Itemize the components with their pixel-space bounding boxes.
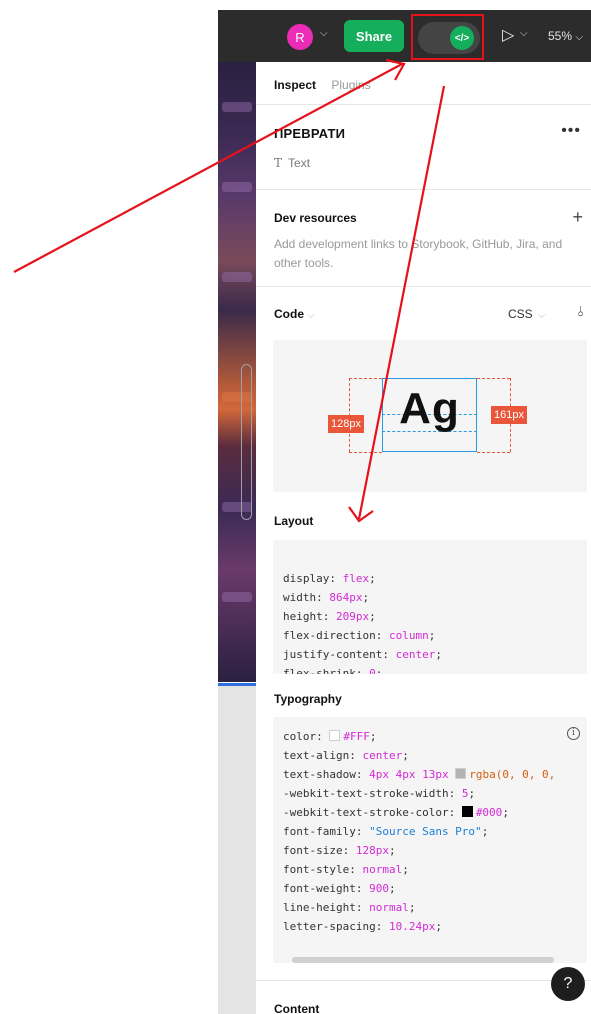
divider <box>256 980 591 981</box>
code-line: letter-spacing: 10.24px; <box>283 920 442 933</box>
share-button[interactable]: Share <box>344 20 404 52</box>
dev-resources-title: Dev resources <box>274 211 357 225</box>
chevron-down-icon[interactable]: ⌵ <box>520 28 528 39</box>
color-swatch <box>461 806 473 817</box>
layout-code-block[interactable]: display: flex; width: 864px; height: 209… <box>273 540 587 674</box>
typography-title: Typography <box>274 692 342 706</box>
dev-resources-description: Add development links to Storybook, GitH… <box>274 237 563 270</box>
measure-guide <box>349 452 382 453</box>
chevron-down-icon: ⌵ <box>537 310 546 321</box>
code-line: justify-content: center; <box>283 648 442 661</box>
play-icon[interactable]: ▷ <box>502 25 514 45</box>
screen: R ⌵ Share </> ▷ ⌵ 55% ⌵ Inspect Plugins … <box>0 0 591 1014</box>
code-line: line-height: normal; <box>283 901 416 914</box>
code-line: -webkit-text-stroke-width: 5; <box>283 787 476 800</box>
right-measure-tag: 161px <box>491 406 527 424</box>
measure-guide <box>477 378 510 379</box>
color-swatch <box>329 730 341 741</box>
horizontal-scrollbar[interactable] <box>292 957 554 963</box>
chevron-down-icon[interactable]: ⌵ <box>320 28 328 39</box>
code-line: height: 209px; <box>283 610 376 623</box>
info-icon[interactable]: i <box>567 727 580 740</box>
language-select[interactable]: CSS ⌵ <box>508 307 545 321</box>
code-line: display: flex; <box>283 572 376 585</box>
panel-tabs: Inspect Plugins <box>274 78 383 92</box>
user-avatar[interactable]: R <box>287 24 313 50</box>
inspect-panel: Inspect Plugins ПРЕВРАТИ ••• T Text Dev r… <box>256 62 591 1014</box>
top-toolbar: R ⌵ Share </> ▷ ⌵ 55% ⌵ <box>218 0 591 62</box>
add-resource-plus-icon[interactable]: + <box>572 207 583 228</box>
divider <box>256 189 591 190</box>
measure-guide <box>349 378 382 379</box>
code-line: flex-direction: column; <box>283 629 436 642</box>
code-line: text-align: center; <box>283 749 409 762</box>
typography-preview: Ag 128px 161px <box>273 340 587 492</box>
code-line: font-style: normal; <box>283 863 409 876</box>
code-line: -webkit-text-stroke-color: #000; <box>283 806 509 819</box>
help-button[interactable]: ? <box>551 967 585 1001</box>
code-line: font-family: "Source Sans Pro"; <box>283 825 489 838</box>
color-swatch <box>455 768 467 779</box>
code-line: text-shadow: 4px 4px 13px rgba(0, 0, 0, <box>283 768 556 781</box>
zoom-level[interactable]: 55% ⌵ <box>548 29 583 43</box>
content-title: Content <box>274 1002 320 1014</box>
tab-inspect[interactable]: Inspect <box>274 78 316 92</box>
chevron-down-icon: ⌵ <box>307 310 315 321</box>
code-line: width: 864px; <box>283 591 370 604</box>
preview-sample-text: Ag <box>399 384 460 433</box>
code-line: color: #FFF; <box>283 730 377 743</box>
typography-code-block[interactable]: color: #FFF; text-align: center; text-sh… <box>273 717 587 963</box>
measure-guide <box>477 452 510 453</box>
left-measure-tag: 128px <box>328 415 364 433</box>
divider <box>256 286 591 287</box>
layout-title: Layout <box>274 514 314 528</box>
settings-sliders-icon[interactable]: ⫰ <box>578 303 584 320</box>
selection-title: ПРЕВРАТИ <box>274 126 346 141</box>
code-section-dropdown[interactable]: Code ⌵ <box>274 307 315 321</box>
canvas-background <box>218 686 256 1014</box>
tab-plugins[interactable]: Plugins <box>331 78 370 92</box>
annotation-highlight-box <box>411 14 484 60</box>
more-options-icon[interactable]: ••• <box>561 122 581 140</box>
code-line: flex-shrink: 0; <box>283 667 383 674</box>
code-line: font-weight: 900; <box>283 882 396 895</box>
code-line: font-size: 128px; <box>283 844 396 857</box>
text-type-icon: T <box>274 156 283 170</box>
selection-type: T Text <box>274 156 311 170</box>
divider <box>256 104 591 105</box>
canvas-scrollbar[interactable] <box>241 364 252 520</box>
